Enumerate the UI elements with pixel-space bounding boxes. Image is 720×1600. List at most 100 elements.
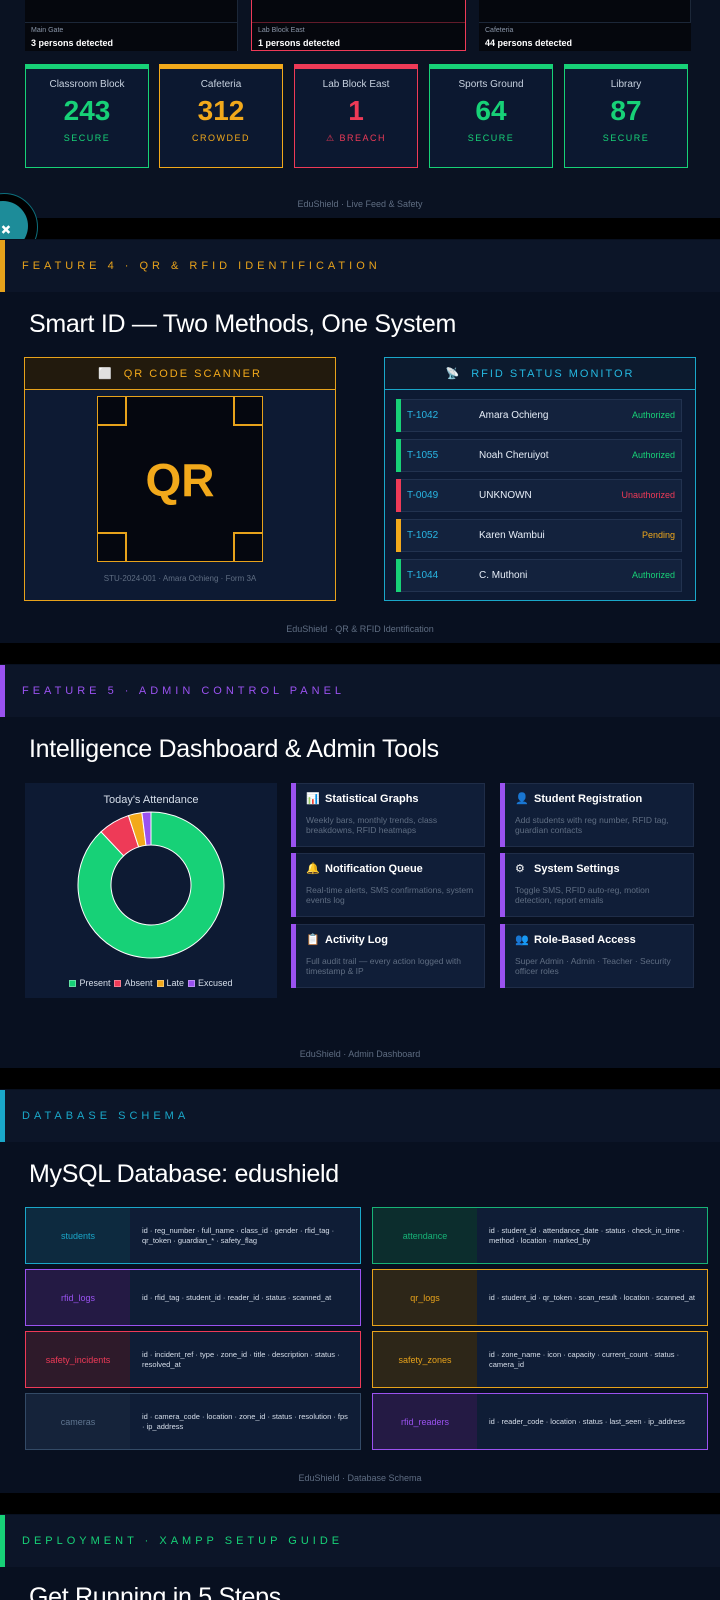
section-label: FEATURE 4 · QR & RFID IDENTIFICATION xyxy=(22,260,381,272)
chart-title: Today's Attendance xyxy=(103,794,199,806)
db-table-attendance[interactable]: attendance id · student_id · attendance_d… xyxy=(372,1207,708,1264)
gear-icon: ⚙ xyxy=(515,863,525,875)
legend-item: Absent xyxy=(114,978,153,988)
rfid-row[interactable]: T-1042 Amara Ochieng Authorized xyxy=(396,399,682,432)
rfid-tag: T-1044 xyxy=(407,570,439,581)
tool-description: Toggle SMS, RFID auto-reg, motion detect… xyxy=(515,885,650,905)
zone-card[interactable]: Library 87 SECURE xyxy=(564,64,688,168)
db-table-name: attendance xyxy=(373,1208,477,1263)
rfid-row[interactable]: T-0049 UNKNOWN Unauthorized xyxy=(396,479,682,512)
qr-code-placeholder: QR xyxy=(145,454,215,506)
camera-feed-lab-block[interactable]: Lab Block East 1 persons detected xyxy=(251,0,466,51)
tool-title: Role-Based Access xyxy=(534,934,636,946)
rfid-name: Amara Ochieng xyxy=(479,410,549,421)
db-table-rfid_readers[interactable]: rfid_readers id · reader_code · location … xyxy=(372,1393,708,1450)
tool-title: System Settings xyxy=(534,863,620,875)
feed-caption: Lab Block East xyxy=(258,27,305,34)
db-table-safety_incidents[interactable]: safety_incidents id · incident_ref · type… xyxy=(25,1331,361,1388)
rfid-monitor-header: 📡 RFID STATUS MONITOR xyxy=(385,358,695,390)
admin-tool-card[interactable]: 👤 Student Registration Add students with r… xyxy=(500,783,694,847)
rfid-status: Pending xyxy=(641,530,675,540)
admin-tool-card[interactable]: ⚙ System Settings Toggle SMS, RFID auto-re… xyxy=(500,853,694,917)
tool-title: Student Registration xyxy=(534,793,643,805)
db-table-name: rfid_logs xyxy=(26,1270,130,1325)
rfid-name: C. Muthoni xyxy=(479,570,528,581)
db-table-name: rfid_readers xyxy=(373,1394,477,1449)
attendance-donut-chart xyxy=(77,811,225,959)
db-table-columns: id · camera_code · location · zone_id · … xyxy=(142,1411,348,1431)
zone-count: 64 xyxy=(475,95,507,126)
admin-tool-card[interactable]: 📋 Activity Log Full audit trail — every ac… xyxy=(291,924,485,988)
rfid-row[interactable]: T-1055 Noah Cheruiyot Authorized xyxy=(396,439,682,472)
tool-title: Statistical Graphs xyxy=(325,793,419,805)
section-footer: EduShield · Admin Dashboard xyxy=(299,1049,421,1059)
tool-title: Notification Queue xyxy=(325,863,423,875)
db-table-rfid_logs[interactable]: rfid_logs id · rfid_tag · student_id · re… xyxy=(25,1269,361,1326)
zone-status: SECURE xyxy=(63,133,111,143)
zone-card[interactable]: Cafeteria 312 CROWDED xyxy=(159,64,283,168)
rfid-tag: T-0049 xyxy=(407,490,439,501)
camera-feed-main-gate[interactable]: Main Gate 3 persons detected xyxy=(25,0,238,51)
zone-name: Lab Block East xyxy=(322,79,390,90)
bar-chart-icon: 📊 xyxy=(306,793,320,805)
rfid-tag: T-1055 xyxy=(407,450,439,461)
feed-count: 3 persons detected xyxy=(31,38,114,48)
qr-scanner-header: ⬜ QR CODE SCANNER xyxy=(25,358,335,390)
qr-scan-area[interactable]: QR xyxy=(97,396,263,562)
section-title: Smart ID — Two Methods, One System xyxy=(29,310,456,338)
section-footer: EduShield · Database Schema xyxy=(298,1473,422,1483)
qr-scan-icon: ⬜ xyxy=(98,368,114,380)
admin-tool-card[interactable]: 📊 Statistical Graphs Weekly bars, monthly … xyxy=(291,783,485,847)
rfid-row[interactable]: T-1052 Karen Wambui Pending xyxy=(396,519,682,552)
admin-tool-card[interactable]: 👥 Role-Based Access Super Admin · Admin · … xyxy=(500,924,694,988)
zone-status: ⚠ BREACH xyxy=(325,133,387,143)
zone-card[interactable]: Lab Block East 1 ⚠ BREACH xyxy=(294,64,418,168)
zone-card[interactable]: Classroom Block 243 SECURE xyxy=(25,64,149,168)
feed-count: 1 persons detected xyxy=(258,38,341,48)
zone-name: Cafeteria xyxy=(200,79,242,90)
section-title: MySQL Database: edushield xyxy=(29,1160,339,1188)
db-table-students[interactable]: students id · reg_number · full_name · cl… xyxy=(25,1207,361,1264)
zone-card[interactable]: Sports Ground 64 SECURE xyxy=(429,64,553,168)
db-table-cameras[interactable]: cameras id · camera_code · location · zon… xyxy=(25,1393,361,1450)
zone-count: 312 xyxy=(197,95,245,126)
tool-description: Add students with reg number, RFID tag, … xyxy=(515,815,669,835)
tool-title: Activity Log xyxy=(325,934,388,946)
section-title: Intelligence Dashboard & Admin Tools xyxy=(29,735,439,763)
bell-icon: 🔔 xyxy=(306,863,320,875)
zone-status: SECURE xyxy=(467,133,515,143)
section-label: DATABASE SCHEMA xyxy=(22,1110,190,1122)
rfid-status: Authorized xyxy=(631,570,675,580)
tool-description: Super Admin · Admin · Teacher · Security… xyxy=(515,956,671,976)
feed-count: 44 persons detected xyxy=(485,38,573,48)
tool-description: Real-time alerts, SMS confirmations, sys… xyxy=(306,885,474,905)
rfid-name: Noah Cheruiyot xyxy=(479,450,549,461)
tool-description: Weekly bars, monthly trends, class break… xyxy=(306,815,438,835)
zone-status: SECURE xyxy=(602,133,650,143)
rfid-row[interactable]: T-1044 C. Muthoni Authorized xyxy=(396,559,682,592)
camera-feed-cafeteria[interactable]: Cafeteria 44 persons detected xyxy=(479,0,691,51)
legend-item: Late xyxy=(156,978,184,988)
db-table-columns: id · student_id · qr_token · scan_result… xyxy=(489,1292,695,1302)
db-table-safety_zones[interactable]: safety_zones id · zone_name · icon · capa… xyxy=(372,1331,708,1388)
db-table-columns: id · reader_code · location · status · l… xyxy=(489,1416,685,1426)
zone-status: CROWDED xyxy=(192,133,250,143)
db-table-qr_logs[interactable]: qr_logs id · student_id · qr_token · scan… xyxy=(372,1269,708,1326)
rfid-tag: T-1052 xyxy=(407,530,439,541)
feed-caption: Cafeteria xyxy=(485,27,514,34)
rfid-status: Unauthorized xyxy=(621,490,675,500)
section-footer: EduShield · QR & RFID Identification xyxy=(286,624,434,634)
zone-count: 1 xyxy=(348,95,364,126)
db-table-name: safety_incidents xyxy=(26,1332,130,1387)
db-table-columns: id · student_id · attendance_date · stat… xyxy=(489,1225,685,1245)
section-title: Get Running in 5 Steps xyxy=(29,1583,281,1600)
users-icon: 👥 xyxy=(515,934,529,946)
db-table-name: students xyxy=(26,1208,130,1263)
antenna-icon: 📡 xyxy=(445,368,462,380)
admin-tool-card[interactable]: 🔔 Notification Queue Real-time alerts, SMS… xyxy=(291,853,485,917)
clipboard-icon: 📋 xyxy=(306,934,320,946)
db-table-columns: id · incident_ref · type · zone_id · tit… xyxy=(142,1349,340,1369)
feed-caption: Main Gate xyxy=(31,27,64,34)
section-label: FEATURE 5 · ADMIN CONTROL PANEL xyxy=(22,685,346,697)
section-label: DEPLOYMENT · XAMPP SETUP GUIDE xyxy=(22,1535,344,1547)
